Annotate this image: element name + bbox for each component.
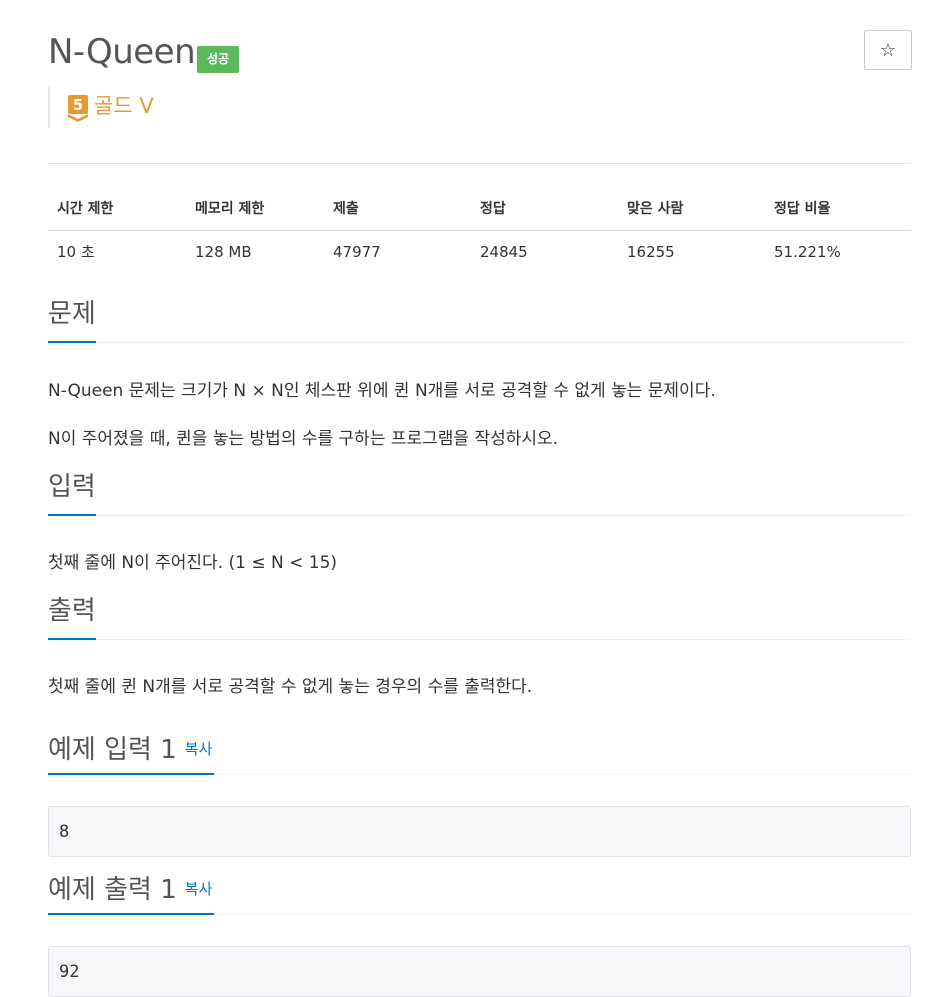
sample-input-title: 예제 입력 1 [48,735,177,765]
copy-sample-input-link[interactable]: 복사 [185,740,213,758]
table-header-divider [48,230,911,231]
section-underline [48,341,96,343]
section-title-output: 출력 [48,596,96,626]
td-time-limit: 10 초 [57,243,95,261]
output-description: 첫째 줄에 퀸 N개를 서로 공격할 수 없게 놓는 경우의 수를 출력한다. [48,677,533,697]
sample-output-box[interactable]: 92 [48,946,911,997]
sample-input-box[interactable]: 8 [48,806,911,857]
star-button[interactable]: ☆ [864,30,912,70]
description-paragraph: N이 주어졌을 때, 퀸을 놓는 방법의 수를 구하는 프로그램을 작성하시오. [48,429,559,449]
section-title-description: 문제 [48,299,96,329]
tier-gold-icon: 5 [68,95,88,122]
th-accepted: 정답 [480,201,506,217]
page-title: N-Queen [48,32,196,72]
td-accepted[interactable]: 24845 [480,241,528,263]
divider [48,163,911,164]
td-accept-ratio: 51.221% [774,243,841,261]
th-accept-ratio: 정답 비율 [774,201,831,217]
section-underline [48,773,214,775]
tier-level: 5 [73,96,83,114]
th-time-limit: 시간 제한 [57,201,114,217]
sample-output-title: 예제 출력 1 [48,875,177,905]
td-submissions[interactable]: 47977 [333,241,381,263]
tier-divider [48,86,50,128]
th-submissions: 제출 [333,201,359,217]
td-memory-limit: 128 MB [195,243,252,261]
td-solved-users[interactable]: 16255 [627,241,675,263]
section-title-sample-input: 예제 입력 1 복사 [48,731,212,768]
section-underline [48,913,214,915]
description-paragraph: N-Queen 문제는 크기가 N × N인 체스판 위에 퀸 N개를 서로 공… [48,381,716,401]
th-memory-limit: 메모리 제한 [195,201,265,217]
copy-sample-output-link[interactable]: 복사 [185,880,213,898]
section-title-input: 입력 [48,472,96,502]
star-icon: ☆ [879,39,897,61]
section-title-sample-output: 예제 출력 1 복사 [48,871,212,908]
section-rule [48,639,911,640]
input-description: 첫째 줄에 N이 주어진다. (1 ≤ N < 15) [48,553,338,573]
section-rule [48,342,911,343]
th-solved-users: 맞은 사람 [627,201,684,217]
section-underline [48,514,96,516]
tier-label[interactable]: 골드 V [94,92,154,120]
result-badge: 성공 [197,46,239,73]
section-underline [48,638,96,640]
section-rule [48,515,911,516]
